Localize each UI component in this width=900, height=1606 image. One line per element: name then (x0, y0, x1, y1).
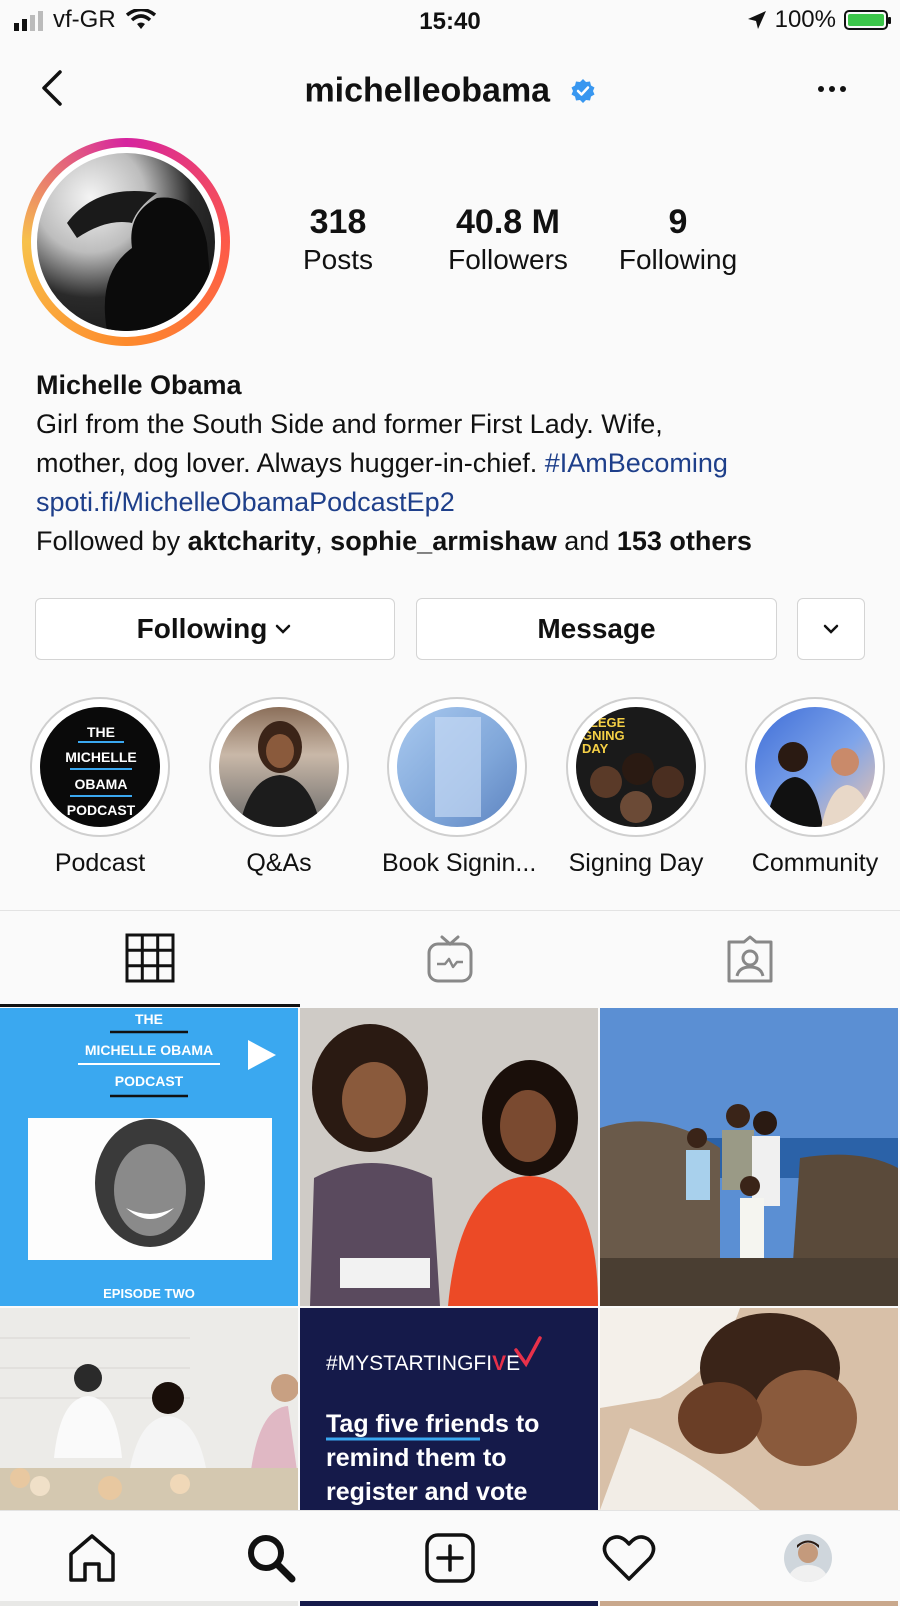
post-podcast-line-1: THE (135, 1011, 163, 1027)
bio-line-2-text: mother, dog lover. Always hugger-in-chie… (36, 448, 545, 478)
highlight-label: Podcast (54, 849, 146, 877)
nav-search[interactable] (242, 1529, 300, 1587)
bio-hashtag-link[interactable]: #IAmBecoming (545, 448, 728, 478)
message-button[interactable]: Message (416, 598, 777, 660)
followed-by-and: and (556, 526, 617, 556)
hl-podcast-text-2: MICHELLE (65, 749, 137, 765)
grid-post-family-beach[interactable] (600, 1008, 898, 1306)
stat-followers[interactable]: 40.8 M Followers (418, 203, 598, 276)
profile-avatar[interactable] (22, 138, 230, 346)
username: michelleobama (304, 71, 551, 110)
nav-profile[interactable] (779, 1529, 837, 1587)
nav-activity[interactable] (600, 1529, 658, 1587)
svg-text:#MYSTARTINGFIVE: #MYSTARTINGFIVE (326, 1352, 520, 1375)
hl-podcast-text-3: OBAMA (75, 776, 128, 792)
stat-posts[interactable]: 318 Posts (248, 203, 428, 276)
following-count: 9 (668, 203, 688, 241)
starting-five-line-2: remind them to (326, 1444, 507, 1472)
nav-new-post[interactable] (421, 1529, 479, 1587)
following-button[interactable]: Following (35, 598, 395, 660)
add-post-icon (425, 1533, 475, 1583)
followed-by-prefix: Followed by (36, 526, 188, 556)
stat-following[interactable]: 9 Following (588, 203, 768, 276)
highlight-book-signing-cover (397, 707, 517, 827)
hl-podcast-text-4: PODCAST (67, 802, 136, 818)
igtv-icon (427, 935, 473, 983)
profile-tabs (0, 910, 900, 1007)
nav-home[interactable] (63, 1529, 121, 1587)
status-bar: vf-GR 15:40 100% (0, 0, 900, 46)
highlight-label: Signing Day (568, 849, 704, 877)
hl-signing-text-3: DAY (582, 741, 609, 756)
followed-by-user-1[interactable]: aktcharity (188, 526, 316, 556)
message-button-label: Message (537, 613, 656, 644)
highlight-community-cover (755, 707, 875, 827)
followed-by-user-2[interactable]: sophie_armishaw (330, 526, 557, 556)
bottom-navigation (0, 1510, 900, 1601)
highlight-label: Community (751, 849, 879, 877)
highlight-qas-cover (219, 707, 339, 827)
bio-line-1: Girl from the South Side and former Firs… (36, 409, 663, 439)
avatar-photo (37, 153, 215, 331)
post-podcast-footer: EPISODE TWO (103, 1286, 195, 1301)
tab-grid[interactable] (0, 911, 300, 1007)
tab-igtv[interactable] (300, 911, 600, 1007)
bio-line-2: mother, dog lover. Always hugger-in-chie… (36, 444, 876, 483)
grid-icon (125, 933, 175, 982)
home-icon (69, 1534, 115, 1582)
followed-by-line[interactable]: Followed by aktcharity, sophie_armishaw … (36, 522, 876, 561)
followers-count: 40.8 M (456, 203, 560, 241)
hl-podcast-text-1: THE (87, 724, 115, 740)
chevron-down-icon (276, 624, 291, 634)
starting-five-tag-prefix: #MYSTARTINGFI (326, 1352, 492, 1375)
starting-five-tag-v: V (492, 1352, 506, 1375)
followed-by-separator: , (315, 526, 331, 556)
status-right: 100% (747, 6, 891, 34)
suggested-accounts-button[interactable] (797, 598, 865, 660)
tagged-person-icon (727, 935, 773, 983)
verified-badge-icon (571, 79, 595, 104)
website-link[interactable]: spoti.fi/MichelleObamaPodcastEp2 (36, 483, 876, 522)
search-icon (248, 1535, 296, 1583)
grid-post-podcast-episode[interactable]: THE MICHELLE OBAMA PODCAST EPISODE TWO (0, 1008, 298, 1306)
following-button-label: Following (136, 613, 268, 644)
followers-label: Followers (448, 244, 568, 275)
post-podcast-line-3: PODCAST (115, 1073, 184, 1089)
highlight-qas[interactable]: Q&As (204, 697, 354, 878)
battery-percent: 100% (774, 6, 836, 33)
profile-bio: Michelle Obama Girl from the South Side … (36, 366, 876, 561)
starting-five-line-3: register and vote (326, 1478, 528, 1506)
highlight-podcast[interactable]: THE MICHELLE OBAMA PODCAST Podcast (25, 697, 175, 878)
highlight-label: Book Signin... (382, 849, 537, 877)
starting-five-line-1: Tag five friends to (326, 1410, 539, 1438)
grid-post-conversation[interactable] (300, 1008, 598, 1306)
profile-avatar-icon (784, 1534, 832, 1582)
highlight-signing-day-cover: LLEGE GNING DAY (576, 707, 696, 827)
more-options-icon[interactable] (818, 86, 846, 92)
highlight-community[interactable]: Community (740, 697, 890, 878)
highlight-book-signing[interactable]: Book Signin... (382, 697, 537, 878)
heart-icon (602, 1535, 656, 1581)
highlight-label: Q&As (246, 849, 312, 877)
chevron-down-icon (823, 624, 839, 634)
profile-username-title: michelleobama (0, 70, 900, 111)
posts-label: Posts (302, 244, 374, 275)
profile-display-name: Michelle Obama (36, 370, 242, 400)
posts-count: 318 (309, 203, 367, 241)
highlight-signing-day[interactable]: LLEGE GNING DAY Signing Day (561, 697, 711, 878)
highlight-podcast-cover: THE MICHELLE OBAMA PODCAST (40, 707, 160, 827)
battery-icon (844, 10, 891, 30)
following-label: Following (618, 244, 738, 275)
post-podcast-line-2: MICHELLE OBAMA (85, 1042, 213, 1058)
location-arrow-icon (747, 11, 766, 29)
tab-tagged[interactable] (600, 911, 900, 1007)
followed-by-others[interactable]: 153 others (617, 526, 752, 556)
